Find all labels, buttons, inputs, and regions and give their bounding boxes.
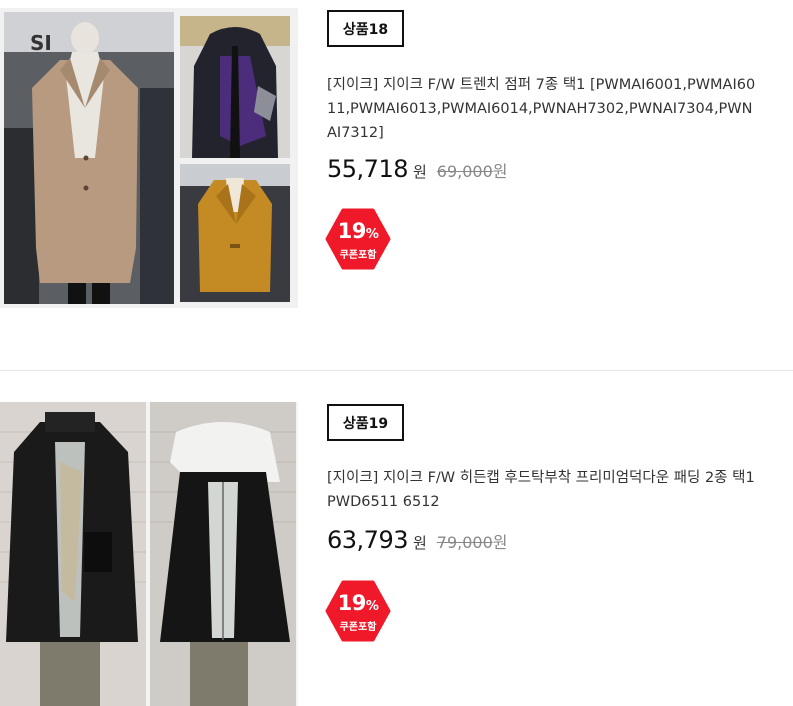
coupon-included-label: 쿠폰포함	[339, 622, 377, 633]
product-title[interactable]: [지이크] 지이크 F/W 히든캡 후드탁부착 프리미엄덕다운 패딩 2종 택1…	[327, 466, 757, 514]
currency-unit: 원	[412, 534, 427, 552]
original-price: 69,000원	[436, 162, 508, 181]
navy-purple-hooded-jacket-photo	[180, 16, 290, 158]
svg-text:SI: SI	[30, 31, 52, 55]
discount-percent: 19%	[337, 219, 379, 243]
product-number-badge: 상품18	[327, 10, 404, 47]
mustard-trench-coat-photo	[180, 164, 290, 302]
sale-price: 55,718	[327, 155, 408, 183]
product-image-collage[interactable]	[0, 402, 298, 706]
product-number-badge: 상품19	[327, 404, 404, 441]
product-list-page: SI 상품18 [지이크] 지이크 F/W 트렌치 점퍼 7종 택1 [PWMA…	[0, 0, 793, 706]
discount-badge: 19% 쿠폰포함	[325, 580, 391, 642]
original-price: 79,000원	[436, 533, 508, 552]
black-hooded-down-jacket-photo	[150, 402, 296, 706]
black-padded-jacket-photo	[0, 402, 146, 706]
product-card[interactable]: SI 상품18 [지이크] 지이크 F/W 트렌치 점퍼 7종 택1 [PWMA…	[0, 0, 793, 370]
sale-price: 63,793	[327, 526, 408, 554]
product-image-collage[interactable]: SI	[0, 8, 298, 308]
product-card[interactable]: 상품19 [지이크] 지이크 F/W 히든캡 후드탁부착 프리미엄덕다운 패딩 …	[0, 372, 793, 706]
discount-badge: 19% 쿠폰포함	[325, 208, 391, 270]
divider	[0, 370, 793, 371]
discount-percent: 19%	[337, 591, 379, 615]
price-row: 63,793 원 79,000원	[327, 526, 508, 554]
price-row: 55,718 원 69,000원	[327, 155, 508, 183]
product-title[interactable]: [지이크] 지이크 F/W 트렌치 점퍼 7종 택1 [PWMAI6001,PW…	[327, 73, 757, 145]
currency-unit: 원	[412, 163, 427, 181]
coupon-included-label: 쿠폰포함	[339, 250, 377, 261]
